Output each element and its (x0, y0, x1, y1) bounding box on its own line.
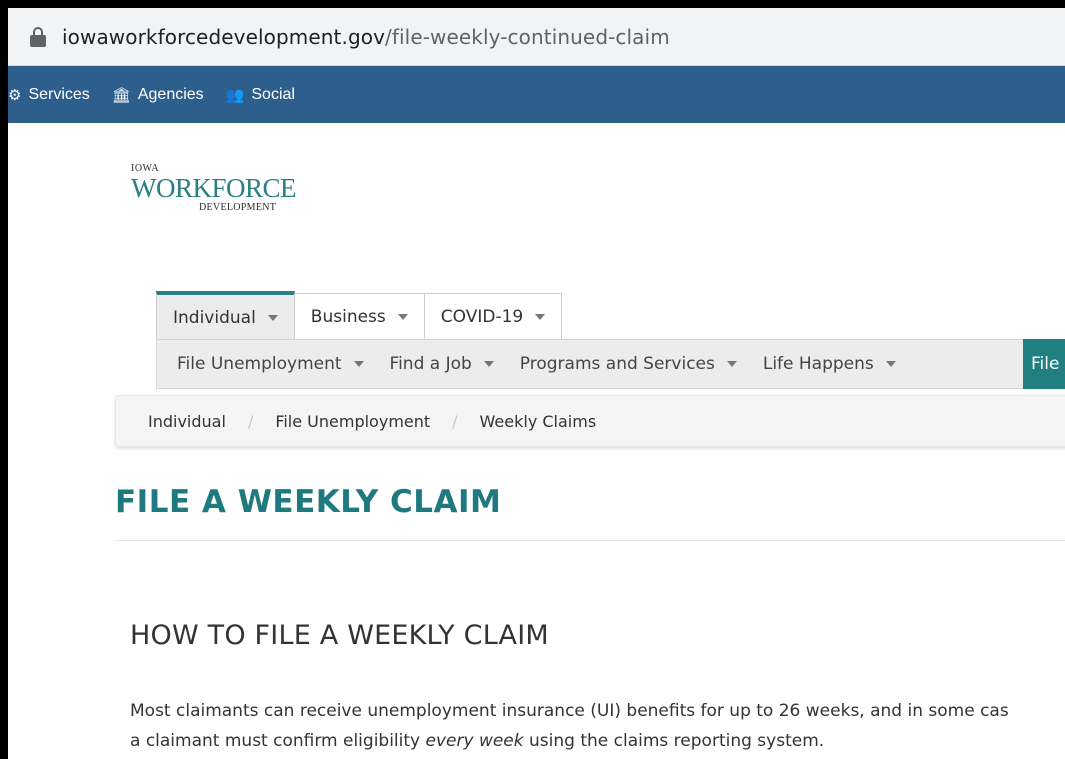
utility-nav-social[interactable]: 👥 Social (226, 86, 295, 104)
utility-nav-services[interactable]: ⚙ Services (8, 86, 90, 104)
paragraph-emphasis: every week (425, 731, 524, 751)
breadcrumb-separator: / (452, 411, 458, 431)
subnav-file-button[interactable]: File (1023, 339, 1065, 389)
utility-nav: ⚙ Services 🏛 Agencies 👥 Social (8, 66, 1065, 123)
subnav-programs-and-services[interactable]: Programs and Services (520, 354, 737, 374)
caret-down-icon (397, 313, 408, 320)
sub-nav: File Unemployment Find a Job Programs an… (156, 339, 1065, 389)
caret-down-icon (885, 361, 896, 367)
breadcrumb-individual[interactable]: Individual (148, 412, 226, 431)
gears-icon: ⚙ (8, 86, 22, 104)
tab-label: Individual (173, 308, 256, 328)
breadcrumb-weekly-claims: Weekly Claims (479, 411, 597, 431)
intro-paragraph: Most claimants can receive unemployment … (130, 696, 1065, 756)
subnav-life-happens[interactable]: Life Happens (763, 354, 896, 374)
section-title: HOW TO FILE A WEEKLY CLAIM (130, 620, 549, 651)
breadcrumb-separator: / (247, 411, 254, 431)
divider (115, 540, 1065, 541)
utility-nav-label: Agencies (137, 85, 204, 103)
lock-icon[interactable] (30, 26, 46, 47)
paragraph-line-2: a claimant must confirm eligibility ever… (130, 726, 1065, 756)
building-columns-icon: 🏛 (111, 86, 131, 104)
paragraph-text: using the claims reporting system. (523, 731, 825, 751)
subnav-label: Life Happens (762, 354, 874, 374)
tab-label: Business (310, 306, 386, 327)
primary-tabs: Individual Business COVID-19 (156, 291, 563, 339)
utility-nav-agencies[interactable]: 🏛 Agencies (112, 86, 204, 104)
iwd-logo[interactable]: IOWA WORKFORCE DEVELOPMENT (131, 163, 331, 233)
subnav-label: Find a Job (389, 354, 472, 374)
paragraph-text: a claimant must confirm eligibility (130, 731, 426, 751)
tab-individual[interactable]: Individual (156, 291, 295, 339)
caret-down-icon (535, 313, 546, 320)
subnav-file-unemployment[interactable]: File Unemployment (177, 354, 364, 374)
caret-down-icon (353, 361, 364, 367)
subnav-label: File Unemployment (177, 354, 342, 374)
tab-business[interactable]: Business (293, 293, 425, 339)
browser-window: iowaworkforcedevelopment.gov/file-weekly… (8, 8, 1065, 759)
page-title: FILE A WEEKLY CLAIM (115, 484, 502, 520)
users-icon: 👥 (225, 86, 245, 104)
url-text[interactable]: iowaworkforcedevelopment.gov/file-weekly… (62, 25, 670, 49)
utility-nav-label: Services (28, 85, 90, 103)
logo-development: DEVELOPMENT (199, 202, 277, 213)
paragraph-line-1: Most claimants can receive unemployment … (130, 701, 1009, 721)
breadcrumb-file-unemployment[interactable]: File Unemployment (275, 412, 430, 431)
logo-workforce: WORKFORCE (131, 173, 297, 203)
url-domain: iowaworkforcedevelopment.gov (62, 24, 386, 49)
utility-nav-label: Social (251, 85, 295, 103)
subnav-label: Programs and Services (519, 354, 715, 374)
address-bar[interactable]: iowaworkforcedevelopment.gov/file-weekly… (8, 8, 1065, 66)
caret-down-icon (267, 315, 278, 321)
breadcrumb: Individual / File Unemployment / Weekly … (115, 395, 1065, 447)
tab-covid-19[interactable]: COVID-19 (423, 293, 563, 339)
caret-down-icon (726, 361, 737, 367)
tab-label: COVID-19 (440, 306, 524, 327)
caret-down-icon (483, 361, 494, 367)
url-path: /file-weekly-continued-claim (385, 24, 670, 49)
subnav-find-a-job[interactable]: Find a Job (390, 354, 494, 374)
